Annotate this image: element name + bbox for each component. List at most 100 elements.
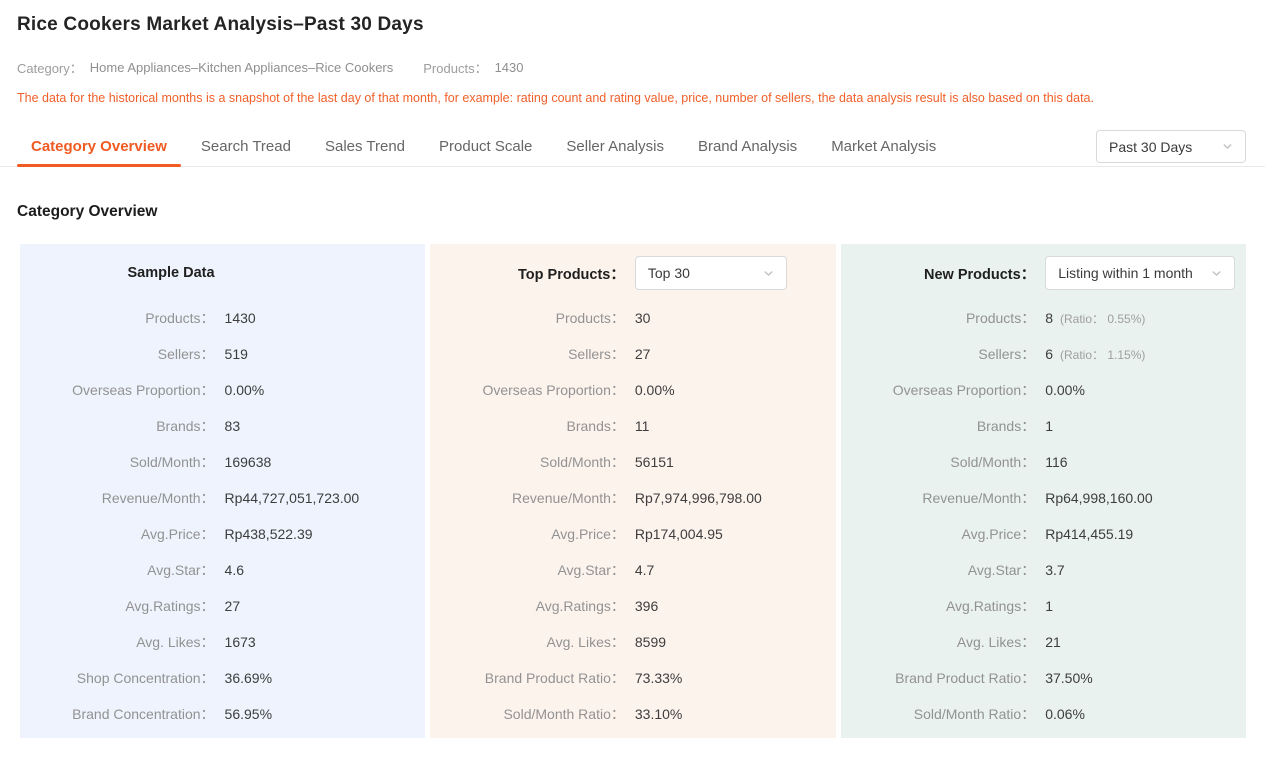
stat-value: 11 <box>634 418 650 434</box>
stat-value: 30 <box>634 310 651 326</box>
stat-value: 4.6 <box>224 562 245 578</box>
stat-label: Avg.Star： <box>967 562 1036 578</box>
stat-value: 1430 <box>224 310 256 326</box>
period-dropdown-value: Past 30 Days <box>1109 138 1193 155</box>
stat-value: 36.69% <box>224 670 273 686</box>
stat-row: Sellers： 6 (Ratio： 1.15%) <box>841 336 1246 372</box>
stat-row: Avg.Star： 4.7 <box>430 552 835 588</box>
stat-value: 169638 <box>224 454 272 470</box>
stat-label: Products： <box>965 310 1036 326</box>
stat-rows: Products： 30 Sellers： 27 Overseas Proportion… <box>430 300 835 732</box>
stat-label: Brand Product Ratio： <box>484 670 625 686</box>
stat-value: 37.50% <box>1045 670 1093 686</box>
stat-label: Products： <box>555 310 625 326</box>
stat-label: Revenue/Month： <box>101 490 215 506</box>
stat-label: Sold/Month： <box>950 454 1036 470</box>
stat-label: Products： <box>145 310 215 326</box>
new-products-dropdown[interactable]: Listing within 1 month <box>1045 256 1236 290</box>
stat-label: Overseas Proportion： <box>892 382 1036 398</box>
panel-header: Top Products： Top 30 <box>430 252 835 294</box>
stat-value: 1 <box>1045 598 1053 614</box>
chevron-down-icon <box>1223 144 1232 149</box>
stat-label: Avg.Star： <box>557 562 625 578</box>
tab-sales-trend[interactable]: Sales Trend <box>311 127 419 166</box>
new-products-dropdown-value: Listing within 1 month <box>1058 265 1193 281</box>
panel-header-label: New Products： <box>924 266 1036 283</box>
stat-value: Rp44,727,051,723.00 <box>224 490 360 506</box>
stat-value: 8 <box>1045 310 1053 326</box>
stat-label: Brand Concentration： <box>72 706 215 722</box>
stat-label: Avg.Price： <box>961 526 1036 542</box>
stat-ratio: (Ratio： 0.55%) <box>1060 311 1146 326</box>
panel-header: New Products： Listing within 1 month <box>841 252 1246 294</box>
breadcrumb: Category： Home Appliances–Kitchen Applia… <box>17 58 1246 77</box>
tab-market-analysis[interactable]: Market Analysis <box>817 127 950 166</box>
stat-row: Avg.Star： 4.6 <box>20 552 425 588</box>
stat-row: Revenue/Month： Rp7,974,996,798.00 <box>430 480 835 516</box>
stat-row: Sold/Month Ratio： 0.06% <box>841 696 1246 732</box>
stat-value: 56.95% <box>224 706 273 722</box>
stat-value: Rp438,522.39 <box>224 526 313 542</box>
data-snapshot-note: The data for the historical months is a … <box>17 91 1094 105</box>
stat-label: Sold/Month： <box>129 454 215 470</box>
stat-row: Avg.Ratings： 1 <box>841 588 1246 624</box>
stat-label: Avg. Likes： <box>136 634 215 650</box>
top-products-dropdown[interactable]: Top 30 <box>634 256 787 290</box>
stat-label: Avg.Ratings： <box>945 598 1036 614</box>
stat-row: Overseas Proportion： 0.00% <box>430 372 835 408</box>
panel-header: Sample Data <box>20 252 425 294</box>
period-dropdown[interactable]: Past 30 Days <box>1096 130 1246 163</box>
stat-row: Avg. Likes： 1673 <box>20 624 425 660</box>
tab-seller-analysis[interactable]: Seller Analysis <box>552 127 678 166</box>
stat-value: 116 <box>1045 454 1068 470</box>
stat-label: Shop Concentration： <box>76 670 215 686</box>
stat-value: 8599 <box>634 634 667 650</box>
page-header: Rice Cookers Market Analysis–Past 30 Day… <box>0 0 1265 105</box>
stat-label: Brands： <box>566 418 625 434</box>
stat-label: Avg. Likes： <box>546 634 625 650</box>
stat-label: Revenue/Month： <box>922 490 1036 506</box>
stat-value: Rp174,004.95 <box>634 526 723 542</box>
tab-product-scale[interactable]: Product Scale <box>425 127 546 166</box>
stat-row: Sold/Month： 56151 <box>430 444 835 480</box>
stat-label: Brands： <box>976 418 1036 434</box>
stat-label: Sellers： <box>568 346 625 362</box>
stat-rows: Products： 1430 Sellers： 519 Overseas Proport… <box>20 300 425 732</box>
stat-label: Sold/Month： <box>540 454 625 470</box>
products-count-value: 1430 <box>494 60 524 75</box>
stat-row: Sold/Month Ratio： 33.10% <box>430 696 835 732</box>
tab-bar: Category Overview Search Tread Sales Trend… <box>0 127 1265 167</box>
stat-row: Brand Product Ratio： 73.33% <box>430 660 835 696</box>
stat-row: Avg. Likes： 8599 <box>430 624 835 660</box>
stat-value: 27 <box>224 598 241 614</box>
stat-value: Rp414,455.19 <box>1045 526 1134 542</box>
stat-label: Avg. Likes： <box>956 634 1036 650</box>
stat-label: Sold/Month Ratio： <box>503 706 625 722</box>
stat-value: 73.33% <box>634 670 683 686</box>
stat-label: Avg.Star： <box>147 562 215 578</box>
tab-brand-analysis[interactable]: Brand Analysis <box>684 127 811 166</box>
tab-search-tread[interactable]: Search Tread <box>187 127 305 166</box>
stat-row: Avg.Ratings： 396 <box>430 588 835 624</box>
stat-row: Avg. Likes： 21 <box>841 624 1246 660</box>
stat-row: Products： 30 <box>430 300 835 336</box>
stat-label: Sold/Month Ratio： <box>913 706 1036 722</box>
stat-label: Avg.Ratings： <box>125 598 215 614</box>
stat-row: Products： 8 (Ratio： 0.55%) <box>841 300 1246 336</box>
stat-row: Brands： 11 <box>430 408 835 444</box>
stat-value: 1673 <box>224 634 256 650</box>
stat-label: Avg.Price： <box>140 526 215 542</box>
stat-value: 396 <box>634 598 659 614</box>
stat-row: Brand Concentration： 56.95% <box>20 696 425 732</box>
stat-row: Overseas Proportion： 0.00% <box>841 372 1246 408</box>
tab-category-overview[interactable]: Category Overview <box>17 127 181 167</box>
stat-label: Avg.Price： <box>551 526 625 542</box>
stat-value: 0.00% <box>224 382 265 398</box>
stat-row: Shop Concentration： 36.69% <box>20 660 425 696</box>
stat-row: Brands： 1 <box>841 408 1246 444</box>
panel-top-products: Top Products： Top 30 Products： 30 Sellers：… <box>430 244 836 738</box>
stat-row: Sold/Month： 169638 <box>20 444 425 480</box>
stat-value: 83 <box>224 418 241 434</box>
chevron-down-icon <box>764 270 773 276</box>
stat-value: 21 <box>1045 634 1061 650</box>
